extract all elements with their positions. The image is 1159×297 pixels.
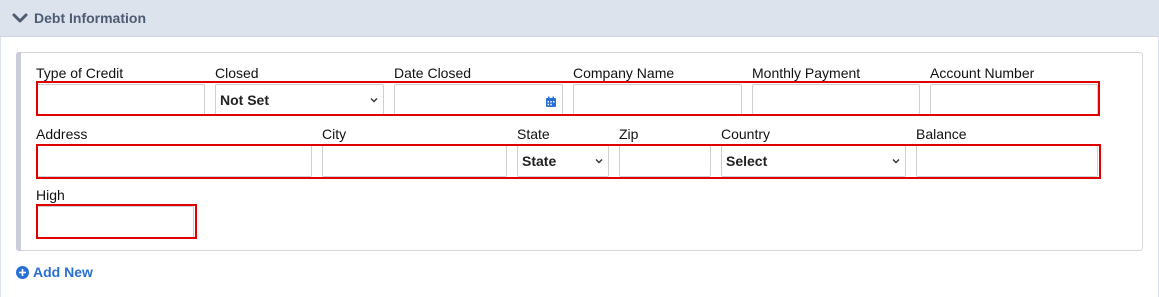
chevron-down-icon <box>594 156 604 166</box>
company-name-input[interactable] <box>573 84 742 116</box>
plus-circle-icon <box>16 265 29 279</box>
address-input[interactable] <box>36 145 312 177</box>
zip-label: Zip <box>619 126 639 142</box>
high-label: High <box>36 187 65 203</box>
card-accent-bar <box>16 52 21 251</box>
city-input[interactable] <box>322 145 507 177</box>
account-number-input[interactable] <box>930 84 1098 116</box>
section-title: Debt Information <box>34 10 146 26</box>
city-label: City <box>322 126 347 142</box>
monthly-payment-label: Monthly Payment <box>752 65 861 81</box>
state-label: State <box>517 126 550 142</box>
closed-label: Closed <box>215 65 259 81</box>
country-label: Country <box>721 126 771 142</box>
type-of-credit-input[interactable] <box>36 84 205 116</box>
debt-information-header[interactable]: Debt Information <box>0 0 1159 37</box>
country-select[interactable]: Select <box>721 145 906 177</box>
chevron-down-icon <box>12 10 28 26</box>
closed-select[interactable]: Not Set <box>215 84 384 116</box>
zip-input[interactable] <box>619 145 711 177</box>
country-select-value: Select <box>726 153 768 169</box>
calendar-icon[interactable] <box>545 95 557 107</box>
chevron-down-icon <box>369 95 379 105</box>
add-new-button[interactable]: Add New <box>16 264 93 280</box>
company-name-label: Company Name <box>573 65 675 81</box>
high-input[interactable] <box>36 206 194 238</box>
address-label: Address <box>36 126 88 142</box>
type-of-credit-label: Type of Credit <box>36 65 124 81</box>
account-number-label: Account Number <box>930 65 1035 81</box>
date-closed-label: Date Closed <box>394 65 472 81</box>
state-select-value: State <box>522 153 557 169</box>
chevron-down-icon <box>891 156 901 166</box>
date-closed-input[interactable] <box>394 84 563 116</box>
state-select[interactable]: State <box>517 145 609 177</box>
monthly-payment-input[interactable] <box>752 84 920 116</box>
balance-input[interactable] <box>916 145 1098 177</box>
add-new-label: Add New <box>33 264 93 280</box>
balance-label: Balance <box>916 126 967 142</box>
closed-select-value: Not Set <box>220 92 269 108</box>
